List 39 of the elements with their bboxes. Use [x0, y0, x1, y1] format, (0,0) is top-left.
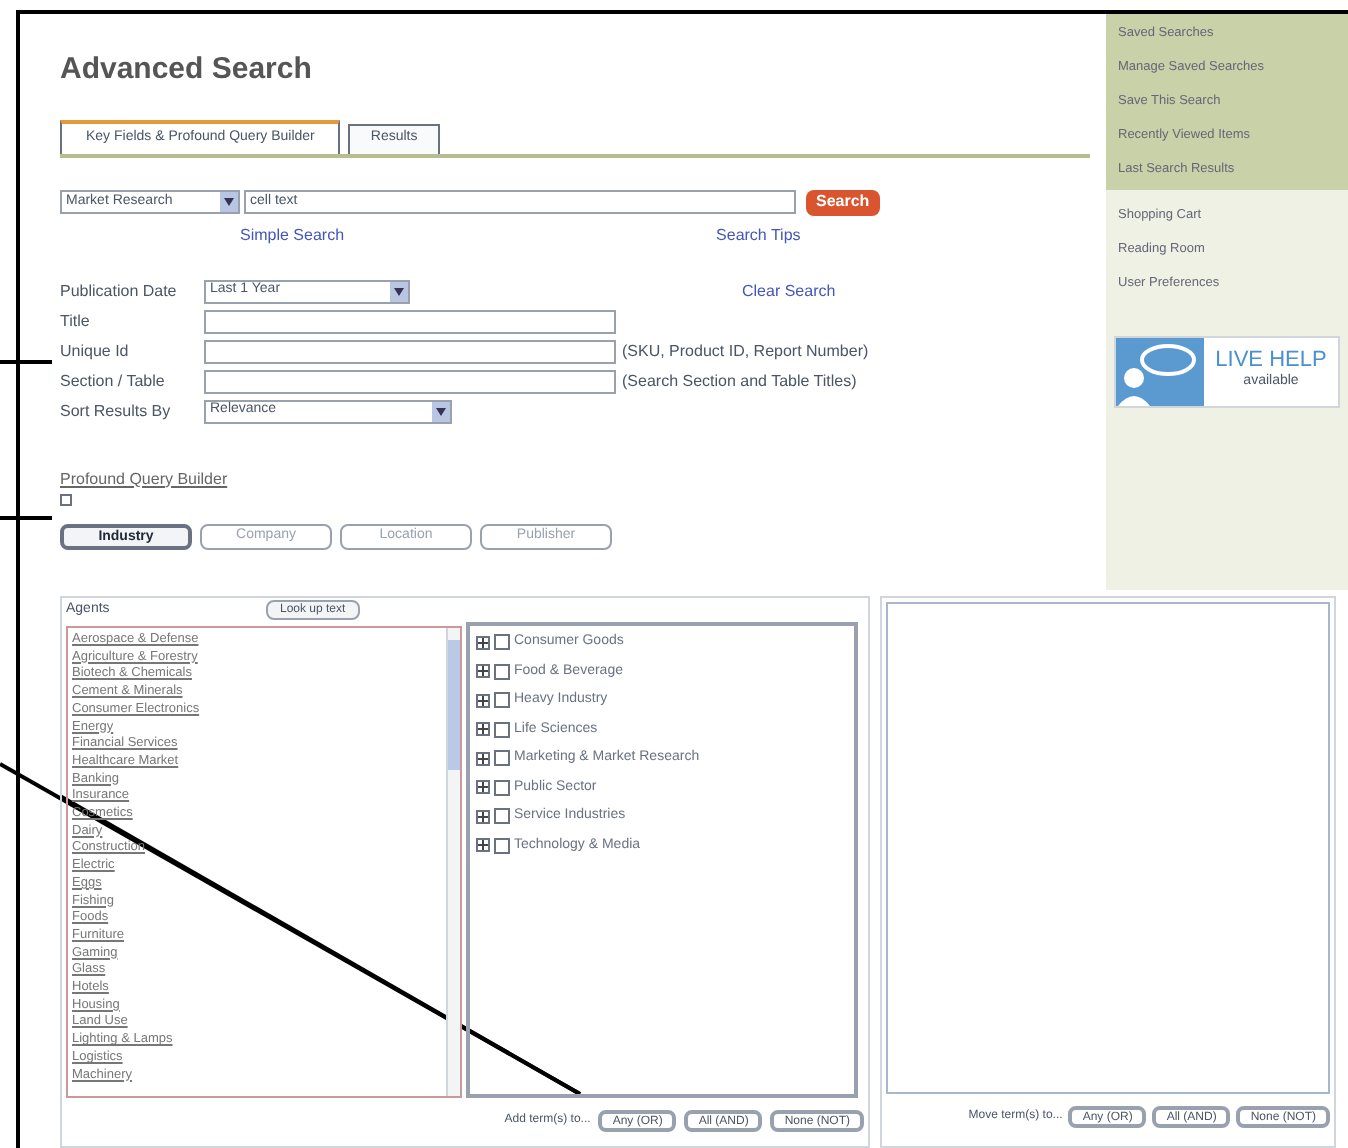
scrollbar[interactable] — [446, 628, 460, 1096]
expand-icon[interactable] — [476, 635, 490, 650]
field-hint: (Search Section and Table Titles) — [622, 369, 857, 393]
dropdown-arrow-icon[interactable] — [390, 281, 408, 301]
page-title: Advanced Search — [60, 50, 314, 90]
checkbox[interactable] — [494, 808, 510, 825]
expand-icon[interactable] — [476, 809, 490, 824]
clear-search-link[interactable]: Clear Search — [742, 279, 836, 303]
help-chat-icon — [1116, 338, 1204, 406]
expand-icon[interactable] — [476, 693, 490, 708]
simple-search-link[interactable]: Simple Search — [240, 223, 345, 247]
field-label: Title — [60, 309, 92, 333]
text-field[interactable] — [204, 369, 616, 393]
text-field[interactable] — [204, 339, 616, 363]
collapse-icon[interactable] — [60, 493, 72, 505]
field-label: Section / Table — [60, 369, 167, 393]
checkbox[interactable] — [494, 750, 510, 767]
checkbox[interactable] — [494, 663, 510, 680]
search-tips-link[interactable]: Search Tips — [716, 223, 801, 247]
expand-icon[interactable] — [476, 664, 490, 679]
checkbox[interactable] — [494, 634, 510, 651]
dropdown-arrow-icon[interactable] — [220, 192, 238, 212]
live-help-title: LIVE HELP — [1215, 350, 1327, 373]
checkbox[interactable] — [494, 779, 510, 796]
expand-icon[interactable] — [476, 780, 490, 795]
search-button[interactable]: Search — [806, 189, 880, 215]
field-hint: (SKU, Product ID, Report Number) — [622, 339, 869, 363]
expand-icon[interactable] — [476, 751, 490, 766]
checkbox[interactable] — [494, 721, 510, 738]
field-label: Sort Results By — [60, 399, 173, 423]
expand-icon[interactable] — [476, 722, 490, 737]
expand-icon[interactable] — [476, 838, 490, 853]
field-label: Unique Id — [60, 339, 131, 363]
query-builder-link[interactable]: Profound Query Builder — [60, 467, 228, 491]
field-label: Publication Date — [60, 279, 179, 303]
text-field[interactable] — [204, 309, 616, 333]
checkbox[interactable] — [494, 837, 510, 854]
checkbox[interactable] — [494, 692, 510, 709]
dropdown-arrow-icon[interactable] — [432, 401, 450, 421]
